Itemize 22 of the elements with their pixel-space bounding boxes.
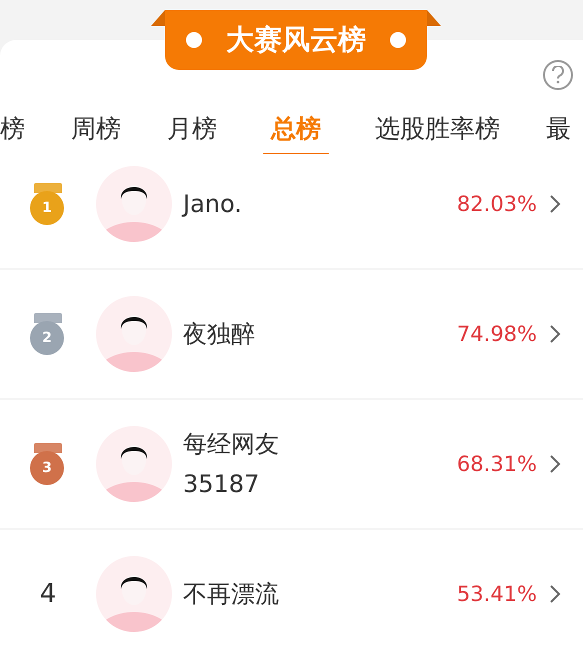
chevron-right-icon[interactable] <box>549 194 561 214</box>
chevron-right-icon[interactable] <box>549 584 561 604</box>
tab[interactable]: 最 <box>546 100 571 154</box>
help-icon[interactable] <box>543 60 573 90</box>
banner-title: 大赛风云榜 <box>226 22 366 58</box>
tab[interactable]: 月榜 <box>167 100 217 154</box>
user-name: 每经网友 35187 <box>183 429 280 500</box>
tab[interactable]: 选股胜率榜 <box>375 100 500 154</box>
user-name: 夜独醉 <box>183 319 256 350</box>
user-name: 不再漂流 <box>183 579 280 610</box>
chevron-right-icon[interactable] <box>549 324 561 344</box>
win-rate: 53.41% <box>456 582 537 606</box>
rank-number: 4 <box>40 579 56 609</box>
win-rate: 82.03% <box>456 192 537 216</box>
user-name: Jano. <box>183 189 243 220</box>
win-rate: 68.31% <box>456 452 537 476</box>
win-rate: 74.98% <box>456 322 537 346</box>
dot-icon <box>390 32 406 48</box>
chevron-right-icon[interactable] <box>549 454 561 474</box>
tab[interactable]: 周榜 <box>71 100 121 154</box>
tab[interactable]: 榜 <box>0 100 25 154</box>
dot-icon <box>186 32 202 48</box>
